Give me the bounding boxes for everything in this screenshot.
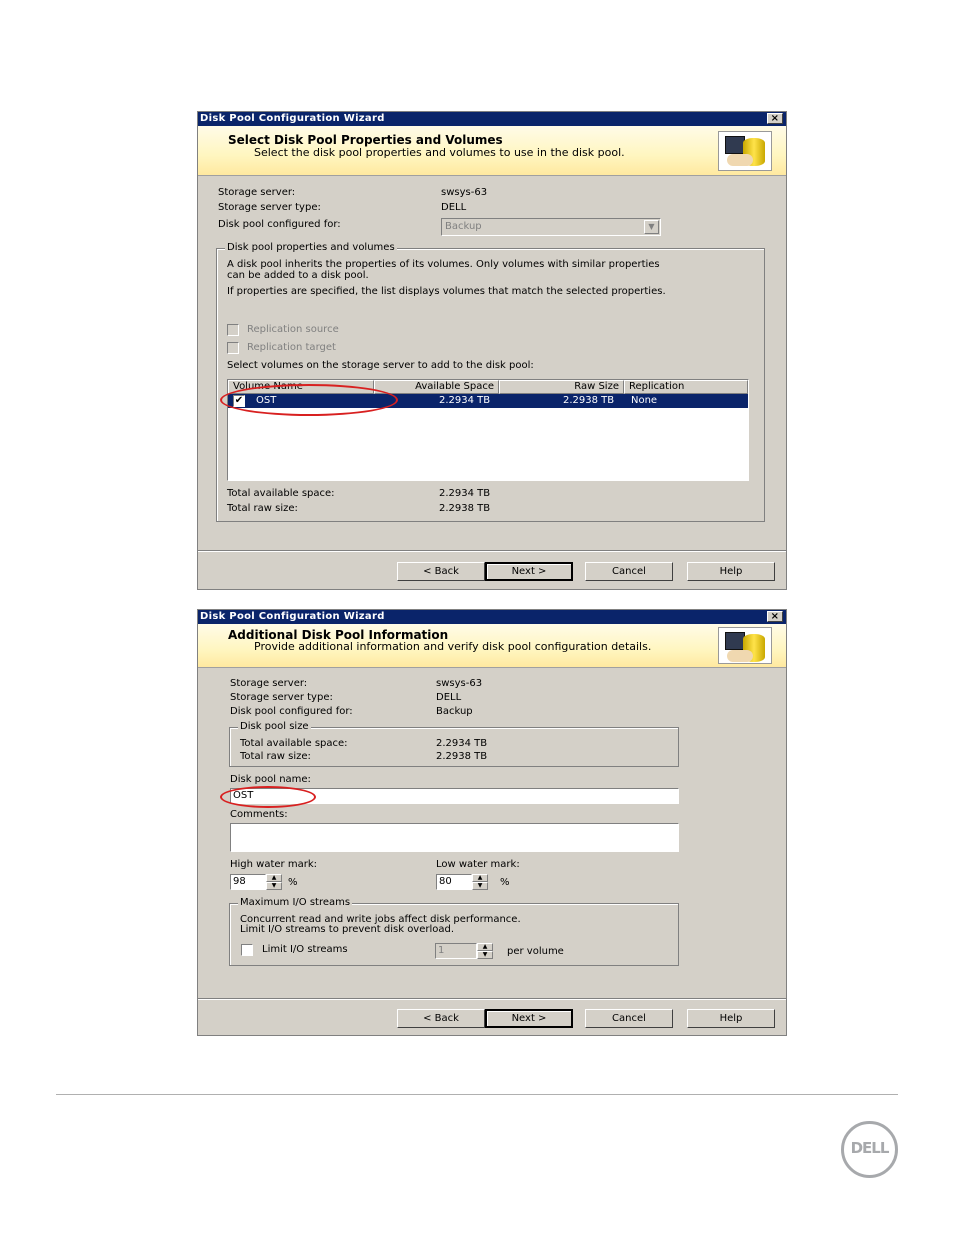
list-header: Volume Name Available Space Raw Size Rep… [228,380,748,394]
high-water-label: High water mark: [230,859,317,870]
comments-label: Comments: [230,809,288,820]
total-available-value: 2.2934 TB [436,738,488,749]
high-water-percent: % [288,877,298,888]
high-water-stepper[interactable]: ▲ ▼ [266,874,282,890]
configured-for-select[interactable]: Backup ▼ [441,218,661,236]
volume-raw: 2.2938 TB [563,395,615,406]
banner-subtitle: Select the disk pool properties and volu… [254,146,625,159]
pool-name-label: Disk pool name: [230,774,311,785]
table-row[interactable]: ✔ OST 2.2934 TB 2.2938 TB None [228,394,748,408]
arrow-up-icon[interactable]: ▲ [472,874,488,882]
disk-pool-wizard-icon [718,131,772,171]
column-raw-size[interactable]: Raw Size [499,380,624,394]
volume-available: 2.2934 TB [439,395,491,406]
low-water-label: Low water mark: [436,859,520,870]
arrow-up-icon[interactable]: ▲ [477,943,493,951]
low-water-percent: % [500,877,510,888]
storage-server-type-value: DELL [441,202,467,213]
group-label: Disk pool size [238,721,311,732]
window-title: Disk Pool Configuration Wizard [200,113,385,124]
title-bar: Disk Pool Configuration Wizard × [198,610,786,624]
total-raw-label: Total raw size: [240,751,311,762]
wizard-banner: Additional Disk Pool Information Provide… [198,624,786,668]
storage-server-type-label: Storage server type: [218,202,321,213]
volume-checkbox[interactable]: ✔ [233,395,245,407]
total-available-value: 2.2934 TB [439,488,491,499]
banner-subtitle: Provide additional information and verif… [254,640,652,653]
total-raw-value: 2.2938 TB [436,751,488,762]
configured-for-label: Disk pool configured for: [218,219,341,230]
select-volumes-label: Select volumes on the storage server to … [227,360,534,371]
limit-streams-stepper[interactable]: ▲ ▼ [477,943,493,959]
wizard-dialog-volumes: Disk Pool Configuration Wizard × Select … [197,111,787,590]
limit-streams-checkbox[interactable] [241,944,253,956]
cancel-button[interactable]: Cancel [585,1009,673,1028]
title-bar: Disk Pool Configuration Wizard × [198,112,786,126]
volume-replication: None [631,395,658,406]
high-water-input[interactable]: 98 [230,874,266,890]
volumes-list[interactable]: Volume Name Available Space Raw Size Rep… [227,379,749,481]
column-replication[interactable]: Replication [624,380,748,394]
window-title: Disk Pool Configuration Wizard [200,611,385,622]
dell-logo: DELL [841,1121,898,1178]
pool-name-input[interactable]: OST [230,788,679,804]
total-available-label: Total available space: [240,738,348,749]
close-button[interactable]: × [767,113,783,124]
replication-source-label: Replication source [247,324,339,335]
replication-source-checkbox[interactable] [227,324,239,336]
wizard-banner: Select Disk Pool Properties and Volumes … [198,126,786,176]
replication-target-checkbox[interactable] [227,342,239,354]
disk-pool-wizard-icon [718,627,772,664]
limit-streams-input[interactable]: 1 [435,943,477,959]
description-line1: A disk pool inherits the properties of i… [227,259,660,270]
group-label: Disk pool properties and volumes [225,242,397,253]
per-volume-label: per volume [507,946,564,957]
disk-pool-size-group: Disk pool size Total available space: 2.… [229,721,679,767]
arrow-down-icon[interactable]: ▼ [266,882,282,890]
separator [198,550,786,552]
storage-server-label: Storage server: [218,187,296,198]
properties-group: Disk pool properties and volumes A disk … [216,242,765,522]
volume-name: OST [256,395,277,406]
total-raw-label: Total raw size: [227,503,298,514]
wizard-dialog-additional-info: Disk Pool Configuration Wizard × Additio… [197,609,787,1036]
storage-server-type-label: Storage server type: [230,692,333,703]
footer-rule [56,1094,898,1095]
cancel-button[interactable]: Cancel [585,562,673,581]
next-button[interactable]: Next > [485,1009,573,1028]
storage-server-value: swsys-63 [441,187,488,198]
next-button[interactable]: Next > [485,562,573,581]
group-label: Maximum I/O streams [238,897,353,908]
total-raw-value: 2.2938 TB [439,503,491,514]
configured-for-value: Backup [445,221,482,232]
replication-target-label: Replication target [247,342,336,353]
configured-for-label: Disk pool configured for: [230,706,353,717]
low-water-stepper[interactable]: ▲ ▼ [472,874,488,890]
arrow-down-icon[interactable]: ▼ [477,951,493,959]
description-line2: If properties are specified, the list di… [227,286,666,297]
separator [198,998,786,1000]
help-button[interactable]: Help [687,562,775,581]
configured-for-value: Backup [436,706,473,717]
streams-description-line2: Limit I/O streams to prevent disk overlo… [240,924,455,935]
storage-server-value: swsys-63 [436,678,483,689]
back-button[interactable]: < Back [397,1009,485,1028]
arrow-up-icon[interactable]: ▲ [266,874,282,882]
description-line1b: can be added to a disk pool. [227,270,369,281]
total-available-label: Total available space: [227,488,335,499]
chevron-down-icon: ▼ [644,220,659,234]
banner-title: Select Disk Pool Properties and Volumes [228,133,503,147]
storage-server-label: Storage server: [230,678,308,689]
io-streams-group: Maximum I/O streams Concurrent read and … [229,897,679,966]
back-button[interactable]: < Back [397,562,485,581]
column-volume-name[interactable]: Volume Name [228,380,374,394]
low-water-input[interactable]: 80 [436,874,472,890]
column-available-space[interactable]: Available Space [374,380,499,394]
close-button[interactable]: × [767,611,783,622]
arrow-down-icon[interactable]: ▼ [472,882,488,890]
help-button[interactable]: Help [687,1009,775,1028]
storage-server-type-value: DELL [436,692,462,703]
comments-input[interactable] [230,823,679,852]
limit-streams-label: Limit I/O streams [262,944,348,955]
